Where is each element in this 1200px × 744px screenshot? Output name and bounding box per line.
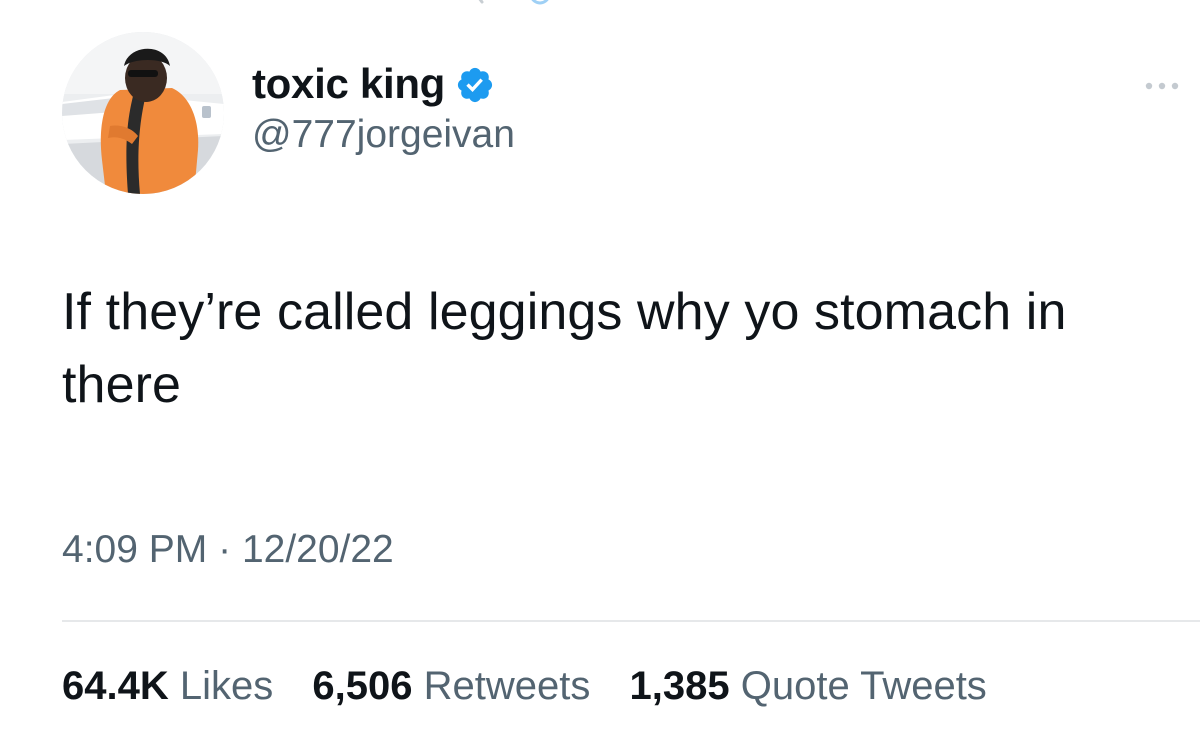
tweet-stats: 64.4K Likes 6,506 Retweets 1,385 Quote T…: [62, 664, 987, 709]
retweets-count: 6,506: [312, 664, 413, 708]
author-handle[interactable]: @777jorgeivan: [252, 113, 515, 157]
stats-divider: [62, 620, 1200, 622]
avatar-photo: [62, 32, 224, 194]
tweet-timestamp[interactable]: 4:09 PM · 12/20/22: [62, 528, 394, 572]
quote-tweets-label: Quote Tweets: [740, 664, 987, 708]
more-dots-icon[interactable]: [1142, 78, 1182, 94]
avatar[interactable]: [62, 32, 224, 194]
tweet-text: If they’re called leggings why yo stomac…: [62, 283, 1067, 414]
author-name-row: toxic king: [252, 61, 515, 107]
likes-stat[interactable]: 64.4K Likes: [62, 664, 273, 708]
timestamp-separator: ·: [218, 528, 232, 571]
author-display-name[interactable]: toxic king: [252, 61, 445, 107]
author-identity: toxic king @777jorgeivan: [252, 61, 515, 156]
retweets-stat[interactable]: 6,506 Retweets: [312, 664, 590, 708]
top-cutoff-icons: [478, 0, 549, 5]
quote-tweets-stat[interactable]: 1,385 Quote Tweets: [630, 664, 987, 708]
verified-badge-icon: [457, 67, 493, 102]
tweet-header: toxic king @777jorgeivan: [62, 32, 515, 194]
likes-count: 64.4K: [62, 664, 169, 708]
likes-label: Likes: [179, 664, 274, 708]
quote-tweets-count: 1,385: [629, 664, 730, 708]
tweet-time: 4:09 PM: [62, 528, 208, 571]
tweet-date: 12/20/22: [241, 528, 394, 571]
retweets-label: Retweets: [423, 664, 591, 708]
